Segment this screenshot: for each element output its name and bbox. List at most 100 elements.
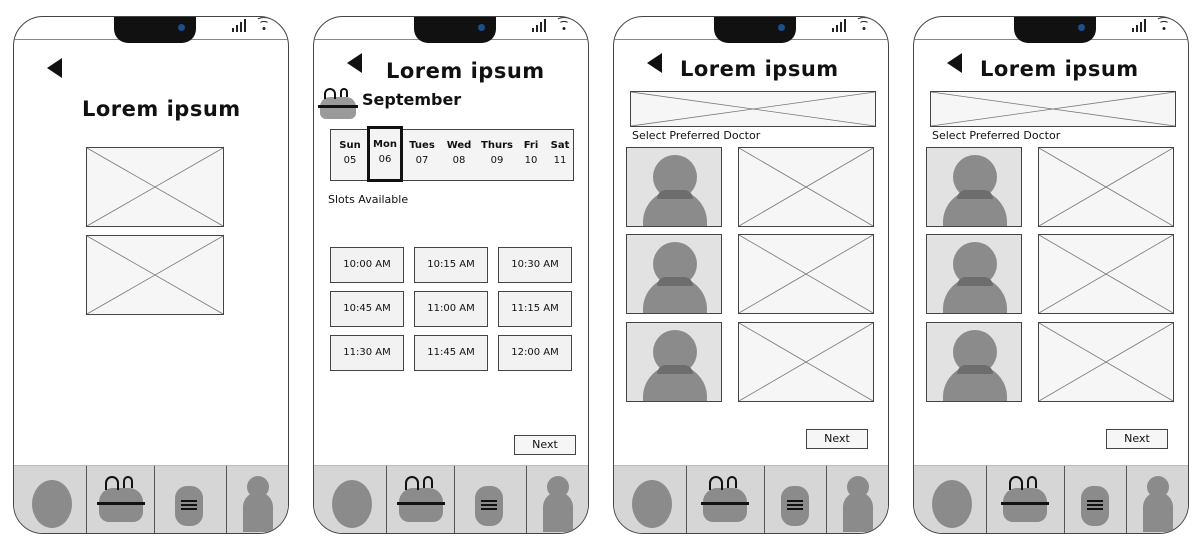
doctor-info-placeholder[interactable]: [1038, 147, 1174, 227]
tab-profile[interactable]: [1126, 466, 1188, 533]
signal-icon: [232, 19, 246, 32]
time-slot-button[interactable]: 11:30 AM: [330, 335, 404, 371]
tab-list[interactable]: [454, 466, 526, 533]
doctor-info-placeholder[interactable]: [1038, 322, 1174, 402]
tab-list[interactable]: [154, 466, 226, 533]
month-label: September: [362, 90, 462, 109]
tab-calendar[interactable]: [86, 466, 154, 533]
camera-notch: [414, 17, 496, 43]
calendar-month-icon[interactable]: [318, 88, 358, 119]
list-icon: [475, 486, 503, 526]
profile-icon: [1143, 476, 1173, 532]
signal-icon: [532, 19, 546, 32]
wifi-icon: [856, 17, 872, 31]
select-doctor-label: Select Preferred Doctor: [632, 129, 761, 142]
doctor-info-placeholder[interactable]: [738, 322, 874, 402]
camera-notch: [114, 17, 196, 43]
home-icon: [632, 480, 672, 528]
tab-calendar[interactable]: [386, 466, 454, 533]
day-fri[interactable]: Fri 10: [517, 130, 545, 182]
day-date: 10: [524, 155, 538, 166]
day-date: 08: [452, 155, 466, 166]
time-slot-button[interactable]: 11:15 AM: [498, 291, 572, 327]
bottom-tab-bar: [614, 465, 888, 533]
profile-icon: [843, 476, 873, 532]
list-icon: [781, 486, 809, 526]
time-slot-button[interactable]: 10:15 AM: [414, 247, 488, 283]
signal-icon: [1132, 19, 1146, 32]
day-name: Tues: [409, 140, 435, 151]
doctor-avatar[interactable]: [626, 234, 722, 314]
tab-list[interactable]: [1064, 466, 1126, 533]
day-date: 09: [490, 155, 504, 166]
day-date: 05: [343, 155, 357, 166]
time-slot-button[interactable]: 10:30 AM: [498, 247, 572, 283]
time-slot-button[interactable]: 10:00 AM: [330, 247, 404, 283]
slots-available-label: Slots Available: [328, 193, 409, 206]
day-name: Wed: [446, 140, 472, 151]
next-button[interactable]: Next: [806, 429, 868, 449]
tab-calendar[interactable]: [686, 466, 764, 533]
bottom-tab-bar: [14, 465, 288, 533]
day-wed[interactable]: Wed 08: [441, 130, 477, 182]
doctor-avatar[interactable]: [926, 234, 1022, 314]
camera-notch: [1014, 17, 1096, 43]
bottom-tab-bar: [314, 465, 588, 533]
signal-icon: [832, 19, 846, 32]
wifi-icon: [256, 17, 272, 31]
time-slot-button[interactable]: 12:00 AM: [498, 335, 572, 371]
day-sat[interactable]: Sat 11: [545, 130, 575, 182]
day-mon[interactable]: Mon 06: [367, 126, 403, 182]
tab-profile[interactable]: [826, 466, 888, 533]
phone-screen-1: Lorem ipsum: [13, 16, 289, 534]
list-icon: [175, 486, 203, 526]
calendar-icon: [701, 476, 749, 522]
back-arrow-icon[interactable]: [347, 53, 362, 73]
home-icon: [32, 480, 72, 528]
profile-icon: [543, 476, 573, 532]
home-icon: [932, 480, 972, 528]
banner-placeholder: [630, 91, 876, 127]
doctor-info-placeholder[interactable]: [738, 147, 874, 227]
day-name: Thurs: [481, 140, 513, 151]
doctor-info-placeholder[interactable]: [1038, 234, 1174, 314]
page-title: Lorem ipsum: [980, 57, 1139, 81]
phone-screen-4: Lorem ipsum Select Preferred Doctor Next: [913, 16, 1189, 534]
page-title: Lorem ipsum: [680, 57, 839, 81]
back-arrow-icon[interactable]: [947, 53, 962, 73]
tab-list[interactable]: [764, 466, 826, 533]
calendar-icon: [97, 476, 145, 522]
day-sun[interactable]: Sun 05: [333, 130, 367, 182]
tab-profile[interactable]: [226, 466, 288, 533]
day-date: 07: [415, 155, 429, 166]
tab-profile[interactable]: [526, 466, 588, 533]
day-tues[interactable]: Tues 07: [403, 130, 441, 182]
day-selector: Sun 05 Mon 06 Tues 07 Wed 08 Thurs 09 Fri 10 Sat 11: [330, 126, 575, 182]
wifi-icon: [556, 17, 572, 31]
next-button[interactable]: Next: [1106, 429, 1168, 449]
tab-home[interactable]: [614, 466, 686, 533]
time-slot-button[interactable]: 11:00 AM: [414, 291, 488, 327]
day-thurs[interactable]: Thurs 09: [477, 130, 517, 182]
doctor-avatar[interactable]: [626, 147, 722, 227]
tab-home[interactable]: [914, 466, 986, 533]
time-slot-button[interactable]: 10:45 AM: [330, 291, 404, 327]
tab-home[interactable]: [314, 466, 386, 533]
tab-calendar[interactable]: [986, 466, 1064, 533]
back-arrow-icon[interactable]: [47, 58, 62, 78]
doctor-info-placeholder[interactable]: [738, 234, 874, 314]
doctor-avatar[interactable]: [926, 322, 1022, 402]
day-name: Mon: [373, 139, 397, 150]
phone-screen-2: Lorem ipsum September Sun 05 Mon 06 Tues 07 We…: [313, 16, 589, 534]
select-doctor-label: Select Preferred Doctor: [932, 129, 1061, 142]
back-arrow-icon[interactable]: [647, 53, 662, 73]
time-slot-button[interactable]: 11:45 AM: [414, 335, 488, 371]
home-icon: [332, 480, 372, 528]
next-button[interactable]: Next: [514, 435, 576, 455]
day-date: 11: [553, 155, 567, 166]
phone-screen-3: Lorem ipsum Select Preferred Doctor Next: [613, 16, 889, 534]
doctor-avatar[interactable]: [626, 322, 722, 402]
image-placeholder: [86, 235, 224, 315]
tab-home[interactable]: [14, 466, 86, 533]
doctor-avatar[interactable]: [926, 147, 1022, 227]
